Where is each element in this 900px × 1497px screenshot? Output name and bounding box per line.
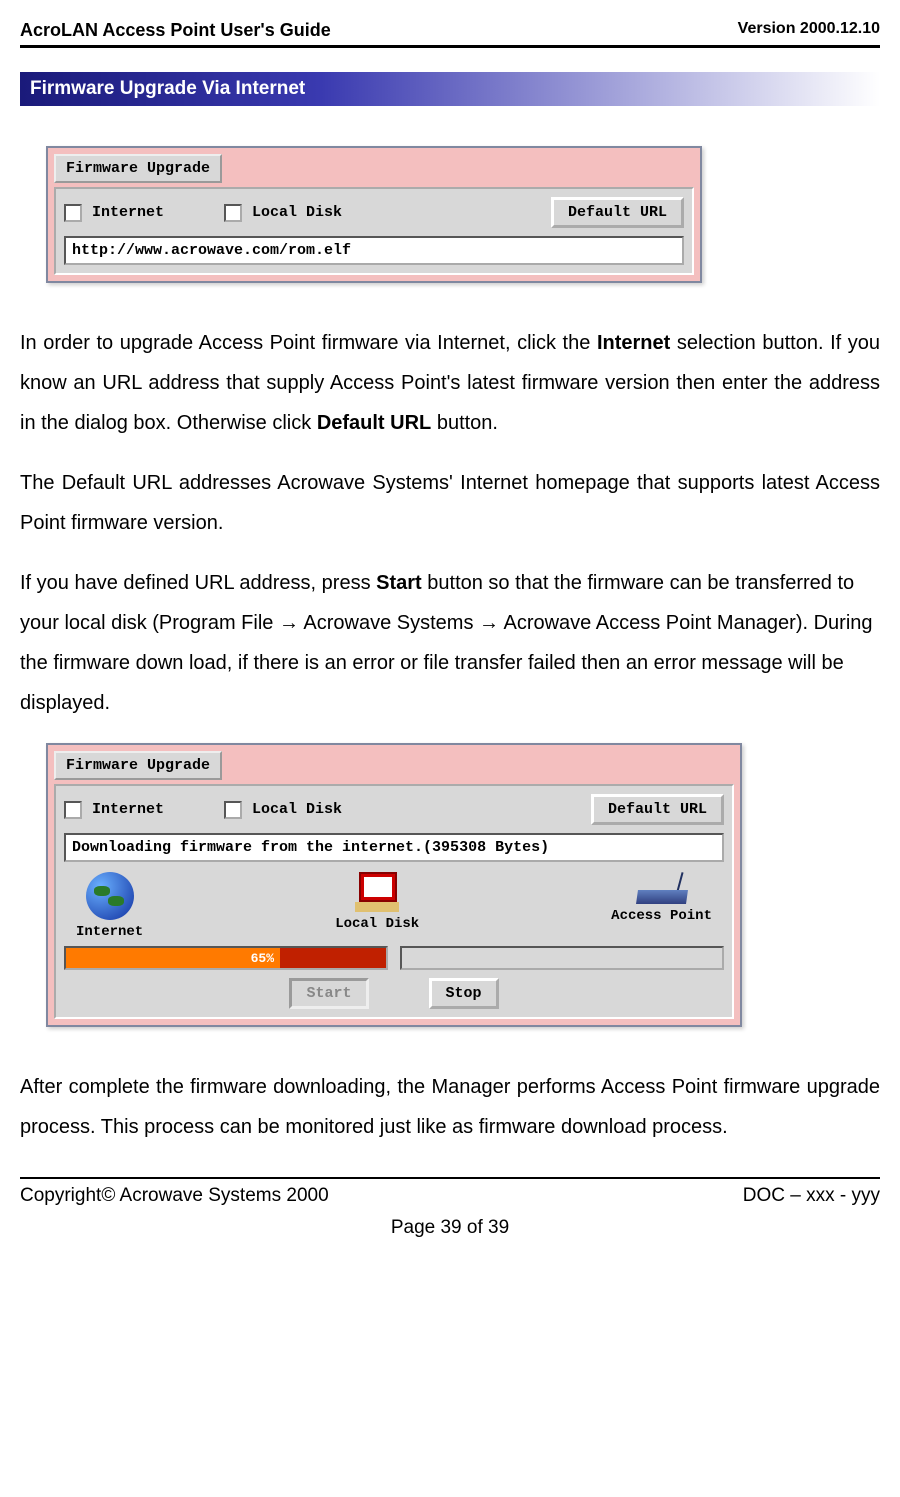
globe-icon	[86, 872, 134, 920]
paragraph-4: After complete the firmware downloading,…	[20, 1067, 880, 1147]
checkbox-internet[interactable]	[64, 204, 82, 222]
panel-inner: Internet Local Disk Default URL Download…	[54, 784, 734, 1019]
doc-version: Version 2000.12.10	[738, 20, 880, 41]
screenshot-firmware-upgrade-url: Firmware Upgrade Internet Local Disk Def…	[46, 146, 702, 283]
page-header: AcroLAN Access Point User's Guide Versio…	[20, 20, 880, 48]
label-local-disk: Local Disk	[335, 916, 419, 932]
screenshot-firmware-download-progress: Firmware Upgrade Internet Local Disk Def…	[46, 743, 742, 1027]
tab-firmware-upgrade[interactable]: Firmware Upgrade	[54, 751, 222, 780]
checkbox-local-disk[interactable]	[224, 204, 242, 222]
default-url-button[interactable]: Default URL	[591, 794, 724, 825]
option-internet-label: Internet	[92, 204, 164, 221]
default-url-button[interactable]: Default URL	[551, 197, 684, 228]
label-access-point: Access Point	[611, 908, 712, 924]
access-point-icon	[637, 872, 687, 904]
icon-col-internet: Internet	[76, 872, 143, 940]
section-heading: Firmware Upgrade Via Internet	[20, 72, 880, 106]
footer-page-number: Page 39 of 39	[20, 1217, 880, 1239]
option-internet-label: Internet	[92, 801, 164, 818]
start-button[interactable]: Start	[289, 978, 368, 1009]
panel-inner: Internet Local Disk Default URL http://w…	[54, 187, 694, 275]
checkbox-local-disk[interactable]	[224, 801, 242, 819]
progress-bar-upgrade	[400, 946, 724, 970]
url-input[interactable]: http://www.acrowave.com/rom.elf	[64, 236, 684, 265]
stop-button[interactable]: Stop	[429, 978, 499, 1009]
computer-icon	[353, 872, 401, 912]
paragraph-2: The Default URL addresses Acrowave Syste…	[20, 463, 880, 543]
label-internet: Internet	[76, 924, 143, 940]
footer: Copyright© Acrowave Systems 2000 DOC – x…	[20, 1177, 880, 1239]
icon-col-local: Local Disk	[335, 872, 419, 940]
icon-col-ap: Access Point	[611, 872, 712, 940]
paragraph-1: In order to upgrade Access Point firmwar…	[20, 323, 880, 443]
option-local-label: Local Disk	[252, 204, 342, 221]
footer-copyright: Copyright© Acrowave Systems 2000	[20, 1185, 329, 1207]
progress-fill: 65%	[66, 948, 280, 968]
doc-title: AcroLAN Access Point User's Guide	[20, 20, 331, 41]
progress-bar-download: 65%	[64, 946, 388, 970]
paragraph-3: If you have defined URL address, press S…	[20, 563, 880, 723]
tab-firmware-upgrade[interactable]: Firmware Upgrade	[54, 154, 222, 183]
footer-doc-id: DOC – xxx - yyy	[743, 1185, 880, 1207]
option-local-label: Local Disk	[252, 801, 342, 818]
checkbox-internet[interactable]	[64, 801, 82, 819]
status-text: Downloading firmware from the internet.(…	[64, 833, 724, 862]
